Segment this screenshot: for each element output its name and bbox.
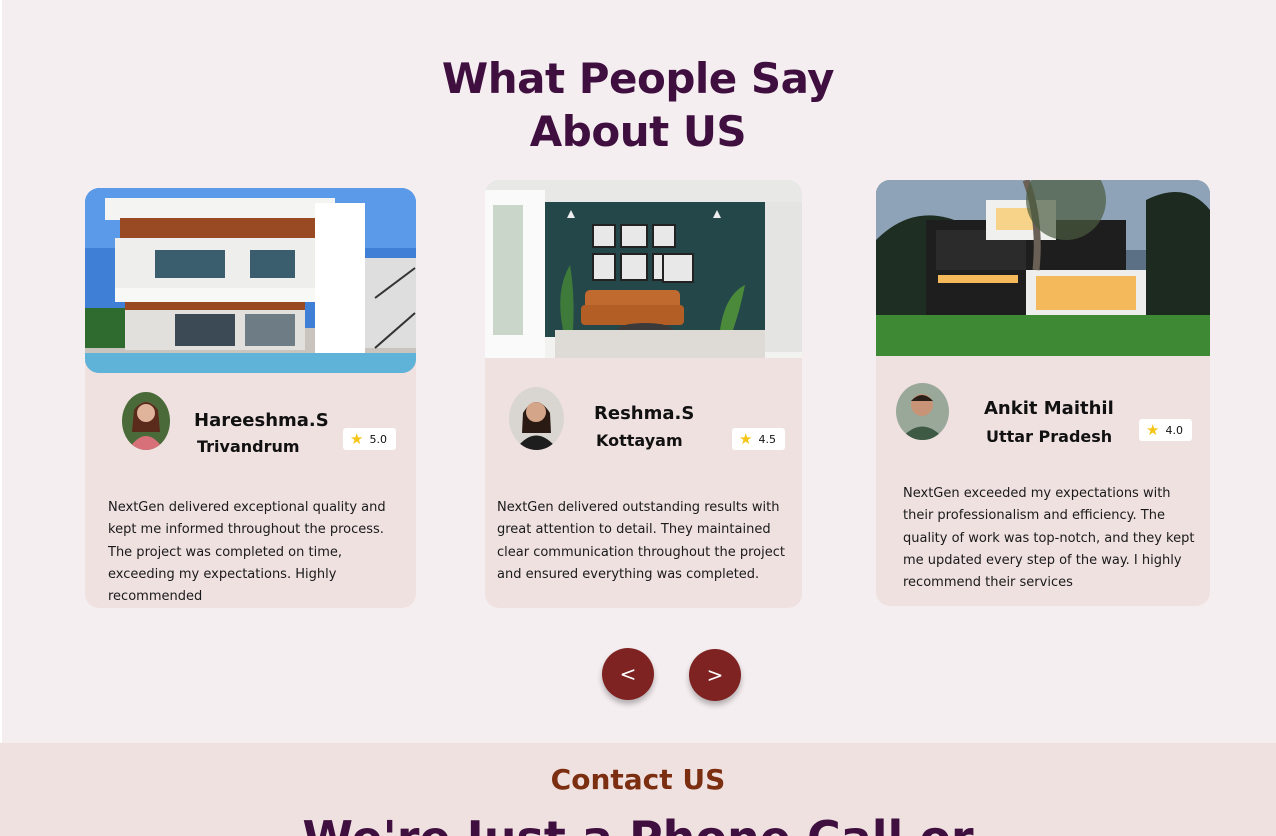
rating-value: 5.0: [369, 432, 387, 446]
testimonial-text: NextGen delivered outstanding results wi…: [497, 500, 785, 582]
star-icon: ★: [350, 429, 364, 448]
contact-title: Contact US: [550, 763, 726, 796]
heading-line-1: What People Say: [441, 54, 835, 103]
testimonial-text: NextGen delivered exceptional quality an…: [108, 500, 386, 605]
testimonial-card-2: Reshma.S Kottayam ★ 4.5 NextGen delivere…: [485, 180, 802, 608]
rating-value: 4.5: [758, 432, 776, 446]
reviewer-avatar: [122, 392, 170, 450]
testimonial-card-3: Ankit Maithil Uttar Pradesh ★ 4.0 NextGe…: [876, 180, 1210, 606]
reviewer-name: Ankit Maithil: [984, 398, 1114, 419]
reviewer-location: Uttar Pradesh: [986, 427, 1113, 446]
reviewer-avatar: [896, 383, 949, 440]
testimonial-text: NextGen exceeded my expectations with th…: [903, 486, 1195, 591]
living-room-photo: [485, 180, 802, 358]
section-heading: What People Say About US: [0, 52, 1276, 158]
reviewer-name: Hareeshma.S: [194, 410, 329, 431]
reviewer-name: Reshma.S: [594, 403, 695, 424]
reviewer-location: Kottayam: [596, 431, 683, 450]
star-icon: ★: [1146, 420, 1160, 439]
heading-line-2: About US: [529, 107, 747, 156]
reviewer-location: Trivandrum: [197, 437, 300, 456]
star-icon: ★: [739, 429, 753, 448]
prev-button[interactable]: <: [602, 648, 654, 700]
villa-photo: [85, 188, 416, 373]
next-button[interactable]: >: [689, 649, 741, 701]
rating-badge: ★ 4.0: [1139, 419, 1192, 441]
rating-badge: ★ 4.5: [732, 428, 785, 450]
house-evening-photo: [876, 180, 1210, 356]
contact-section: Contact US We're Just a Phone Call or: [0, 743, 1276, 836]
rating-value: 4.0: [1165, 423, 1183, 437]
contact-subtitle: We're Just a Phone Call or: [0, 811, 1276, 836]
testimonial-card-1: Hareeshma.S Trivandrum ★ 5.0 NextGen del…: [85, 188, 416, 608]
rating-badge: ★ 5.0: [343, 428, 396, 450]
reviewer-avatar: [509, 387, 564, 450]
